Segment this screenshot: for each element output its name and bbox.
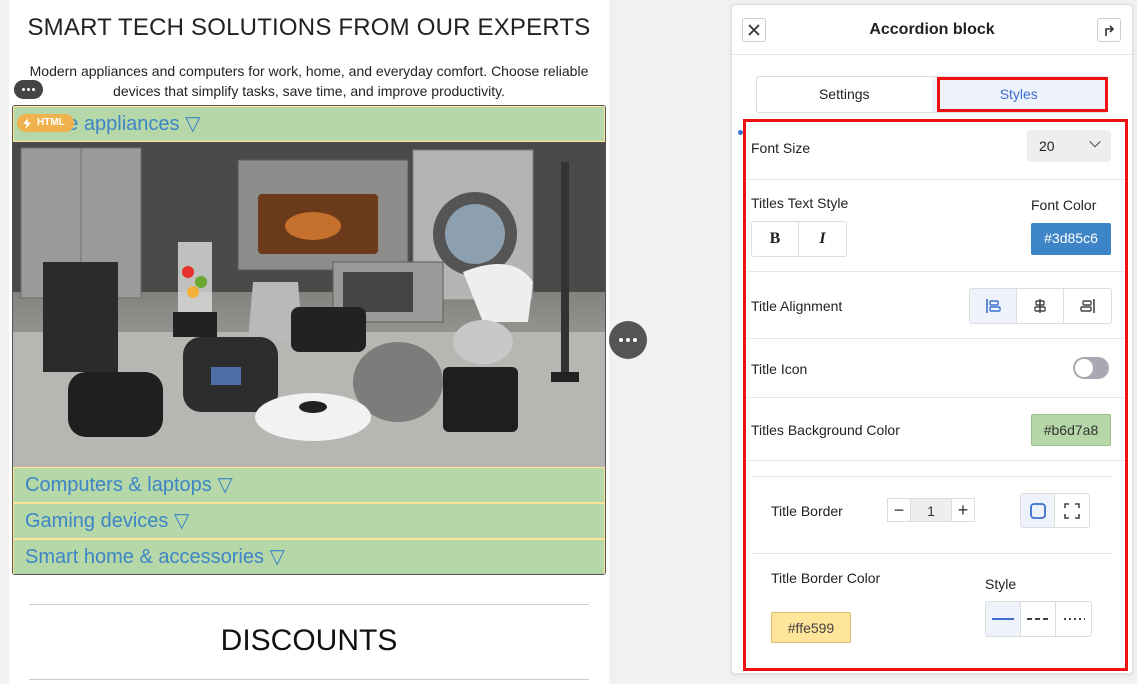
align-center-icon bbox=[1034, 299, 1046, 313]
line-solid-icon bbox=[992, 618, 1014, 620]
divider-bottom bbox=[29, 679, 589, 680]
html-block-badge[interactable]: HTML bbox=[17, 114, 74, 132]
discounts-heading: DISCOUNTS bbox=[220, 624, 398, 657]
group-divider bbox=[752, 476, 1112, 477]
align-right-icon bbox=[1079, 299, 1095, 313]
title-alignment-group bbox=[969, 288, 1112, 324]
title-alignment-label: Title Alignment bbox=[751, 298, 843, 314]
title-border-color-label: Title Border Color bbox=[771, 570, 881, 586]
title-icon-label: Title Icon bbox=[751, 361, 808, 377]
title-alignment-row: Title Alignment bbox=[745, 272, 1125, 339]
page-heading: SMART TECH SOLUTIONS FROM OUR EXPERTS bbox=[27, 14, 591, 41]
title-border-stepper: − 1 + bbox=[887, 498, 975, 522]
intro-text: Modern appliances and computers for work… bbox=[29, 63, 589, 99]
titles-bg-label: Titles Background Color bbox=[751, 422, 900, 438]
arrow-up-turn-icon bbox=[1105, 25, 1115, 36]
font-size-label: Font Size bbox=[751, 140, 811, 156]
border-individual-button[interactable] bbox=[1055, 494, 1089, 527]
title-border-color-swatch[interactable]: #ffe599 bbox=[771, 612, 851, 643]
border-style-label: Style bbox=[985, 576, 1017, 592]
panel-tabs: Settings Styles bbox=[756, 76, 1107, 113]
align-right-button[interactable] bbox=[1064, 289, 1111, 323]
align-center-button[interactable] bbox=[1017, 289, 1064, 323]
panel-title: Accordion block bbox=[869, 21, 995, 38]
accordion-title-computers[interactable]: Computers & laptops ▽ bbox=[13, 467, 605, 503]
appliances-image bbox=[13, 142, 605, 467]
editor-canvas: SMART TECH SOLUTIONS FROM OUR EXPERTS Mo… bbox=[9, 0, 609, 684]
lightning-icon bbox=[23, 117, 31, 129]
tab-styles[interactable]: Styles bbox=[931, 77, 1106, 112]
chevron-down-icon bbox=[1089, 136, 1101, 148]
bold-button[interactable]: B bbox=[752, 222, 799, 256]
font-size-select[interactable]: 20 bbox=[1027, 130, 1111, 162]
align-left-icon bbox=[986, 299, 1001, 313]
border-width-value[interactable]: 1 bbox=[911, 498, 951, 522]
font-size-row: Font Size 20 bbox=[745, 123, 1125, 180]
text-style-row: Titles Text Style B I Font Color #3d85c6 bbox=[745, 180, 1125, 272]
accordion-title-smart-home[interactable]: Smart home & accessories ▽ bbox=[13, 539, 605, 574]
accordion-block[interactable]: Home appliances ▽ Computers & laptops ▽ … bbox=[12, 105, 606, 575]
border-dotted-button[interactable] bbox=[1056, 602, 1091, 636]
titles-text-style-label: Titles Text Style bbox=[751, 195, 849, 211]
drag-handle-icon[interactable] bbox=[14, 80, 43, 99]
text-style-toggle: B I bbox=[751, 221, 847, 257]
font-color-swatch[interactable]: #3d85c6 bbox=[1031, 223, 1111, 255]
more-options-button[interactable] bbox=[609, 321, 647, 359]
border-all-icon bbox=[1029, 502, 1046, 519]
panel-header: Accordion block bbox=[732, 5, 1132, 55]
border-style-group bbox=[985, 601, 1092, 637]
tab-settings[interactable]: Settings bbox=[757, 77, 932, 112]
title-icon-row: Title Icon bbox=[745, 339, 1125, 398]
titles-bg-row: Titles Background Color #b6d7a8 bbox=[745, 398, 1125, 461]
border-dashed-button[interactable] bbox=[1021, 602, 1056, 636]
accordion-title-home-appliances[interactable]: Home appliances ▽ bbox=[13, 106, 605, 142]
line-dashed-icon bbox=[1027, 618, 1049, 620]
accordion-title-gaming[interactable]: Gaming devices ▽ bbox=[13, 503, 605, 539]
title-border-label: Title Border bbox=[771, 503, 843, 519]
italic-button[interactable]: I bbox=[799, 222, 846, 256]
select-parent-button[interactable] bbox=[1097, 18, 1121, 42]
accordion-settings-panel: Accordion block Settings Styles Font Siz… bbox=[731, 4, 1133, 674]
html-badge-label: HTML bbox=[37, 117, 65, 128]
align-left-button[interactable] bbox=[970, 289, 1017, 323]
indicator-dot bbox=[738, 130, 743, 135]
appliances-illustration bbox=[13, 142, 605, 467]
line-dotted-icon bbox=[1063, 618, 1085, 620]
font-color-label: Font Color bbox=[1031, 197, 1097, 213]
border-individual-icon bbox=[1064, 502, 1080, 519]
border-sides-group bbox=[1020, 493, 1090, 528]
divider-top bbox=[29, 604, 589, 605]
font-size-value: 20 bbox=[1039, 138, 1055, 154]
border-all-button[interactable] bbox=[1021, 494, 1055, 527]
border-solid-button[interactable] bbox=[986, 602, 1021, 636]
increment-button[interactable]: + bbox=[951, 498, 975, 522]
title-icon-toggle[interactable] bbox=[1073, 357, 1109, 379]
titles-bg-swatch[interactable]: #b6d7a8 bbox=[1031, 414, 1111, 446]
group-divider-2 bbox=[752, 553, 1112, 554]
decrement-button[interactable]: − bbox=[887, 498, 911, 522]
